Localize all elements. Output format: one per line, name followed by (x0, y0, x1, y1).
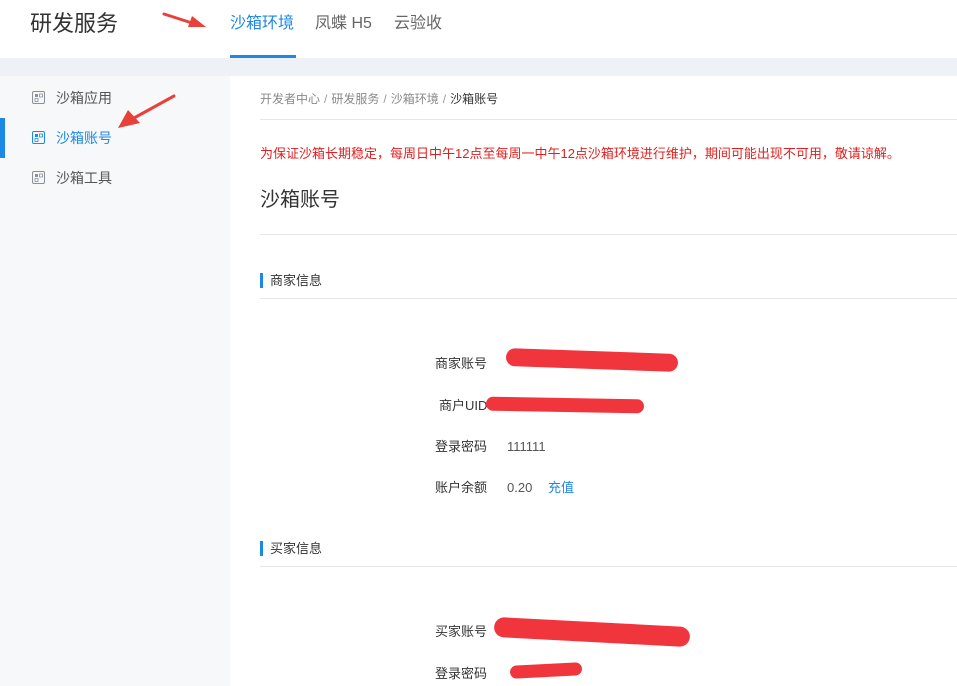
redacted-buyer-account (493, 616, 691, 648)
sidebar-item-label: 沙箱应用 (56, 90, 112, 106)
sidebar-item-sandbox-tools[interactable]: 沙箱工具 (0, 158, 230, 198)
redacted-merchant-uid (485, 396, 645, 414)
merchant-password-value: 111111 (507, 439, 546, 454)
app-icon (32, 91, 45, 104)
redacted-buyer-password (509, 662, 583, 679)
breadcrumb-link[interactable]: 研发服务 (331, 92, 379, 106)
breadcrumb-link[interactable]: 开发者中心 (260, 92, 320, 106)
annotation-arrow-icon (118, 94, 176, 128)
annotation-arrow-icon (162, 12, 206, 27)
active-item-indicator (0, 118, 5, 158)
tab-fengdie-h5[interactable]: 凤蝶 H5 (315, 12, 372, 36)
header-divider-band (0, 58, 957, 76)
divider (260, 119, 957, 120)
brand-title: 研发服务 (30, 11, 119, 36)
merchant-password-label: 登录密码 (435, 439, 488, 454)
breadcrumb-current: 沙箱账号 (450, 92, 499, 106)
app-icon (32, 171, 45, 184)
app-icon (32, 131, 45, 144)
sidebar-item-label: 沙箱账号 (56, 130, 112, 146)
divider (260, 566, 957, 567)
section-title: 买家信息 (270, 541, 323, 556)
tab-cloud-acceptance[interactable]: 云验收 (394, 12, 442, 36)
breadcrumb: 开发者中心 / 研发服务 / 沙箱环境 / 沙箱账号 (260, 92, 499, 106)
merchant-uid-label: 商户UID (439, 398, 488, 413)
page-title: 沙箱账号 (260, 189, 340, 211)
merchant-balance-label: 账户余额 (435, 480, 488, 495)
section-title: 商家信息 (270, 273, 323, 288)
merchant-account-label: 商家账号 (435, 356, 488, 371)
buyer-account-label: 买家账号 (435, 624, 488, 639)
redacted-merchant-account (505, 348, 679, 372)
maintenance-notice: 为保证沙箱长期稳定，每周日中午12点至每周一中午12点沙箱环境进行维护，期间可能… (260, 146, 900, 161)
top-header: 研发服务 沙箱环境 凤蝶 H5 云验收 (0, 0, 957, 58)
divider (260, 234, 957, 235)
breadcrumb-link[interactable]: 沙箱环境 (391, 92, 439, 106)
buyer-password-label: 登录密码 (435, 666, 488, 681)
merchant-balance-value: 0.20 (507, 480, 533, 495)
tab-sandbox-env[interactable]: 沙箱环境 (230, 12, 294, 36)
recharge-link[interactable]: 充值 (548, 479, 574, 497)
sidebar: 沙箱应用 沙箱账号 沙箱工具 (0, 76, 230, 686)
main-content: 开发者中心 / 研发服务 / 沙箱环境 / 沙箱账号 为保证沙箱长期稳定，每周日中午12点至… (260, 76, 957, 686)
sidebar-item-label: 沙箱工具 (56, 170, 112, 186)
divider (260, 298, 957, 299)
